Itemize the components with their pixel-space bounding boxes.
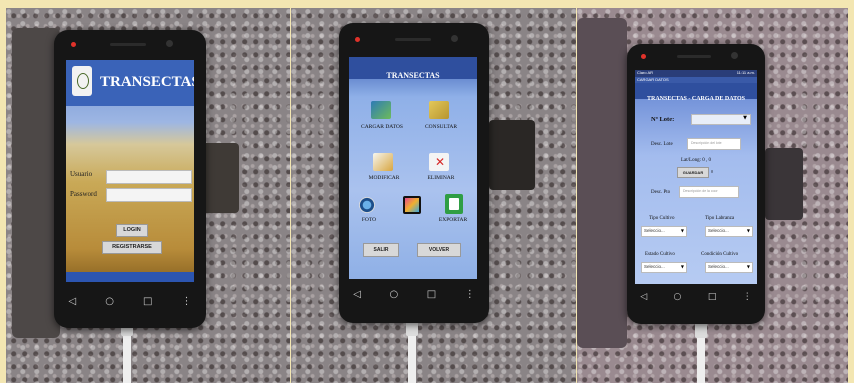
tipo-cultivo-label: Tipo Cultivo [649, 216, 675, 221]
more-icon[interactable]: ⋮ [181, 296, 191, 307]
desc-pto-label: Desc. Pto [651, 190, 671, 195]
case-strap [201, 143, 239, 213]
back-icon[interactable]: ◁ [640, 292, 647, 302]
cargar-datos-label[interactable]: CARGAR DATOS [353, 124, 411, 130]
recent-apps-icon[interactable]: □ [427, 289, 436, 300]
case-strap [765, 148, 803, 220]
modificar-icon[interactable] [373, 153, 393, 171]
dropdown-arrow-icon: ▼ [680, 228, 684, 233]
home-icon[interactable]: ○ [105, 296, 114, 307]
register-button[interactable]: REGISTRARSE [102, 241, 162, 254]
password-input[interactable] [106, 188, 192, 202]
navigation-bar: ◁ ○ □ ⋮ [54, 292, 206, 310]
latlong-text: Lat/Long: 0 , 0 [681, 158, 711, 163]
exportar-icon[interactable] [445, 194, 463, 214]
condicion-cultivo-label: Condición Cultivo [701, 252, 739, 257]
tipo-cultivo-select[interactable]: Seleccio... ▼ [641, 226, 687, 237]
condicion-cultivo-value: Seleccio... [708, 264, 729, 269]
password-label: Password [70, 190, 97, 198]
usuario-label: Usuario [70, 170, 93, 178]
cargar-datos-icon[interactable] [371, 101, 391, 119]
clock-text: 11:11 a.m. [736, 70, 755, 75]
salir-button[interactable]: SALIR [363, 243, 399, 257]
desc-pto-placeholder: Descripción de la coor [683, 189, 718, 193]
eliminar-icon[interactable]: ✕ [429, 153, 449, 171]
dropdown-arrow-icon: ▼ [746, 228, 750, 233]
login-button[interactable]: LOGIN [116, 224, 148, 237]
smartphone: TRANSECTAS CARGAR DATOS CONSULTAR MODIFI… [339, 23, 489, 323]
exportar-label[interactable]: EXPORTAR [429, 217, 477, 223]
guardar-button[interactable]: GUARDAR [677, 167, 709, 178]
recent-apps-icon[interactable]: □ [708, 292, 717, 302]
modificar-label[interactable]: MODIFICAR [355, 175, 413, 181]
eliminar-label[interactable]: ELIMINAR [413, 175, 469, 181]
photo-menu-screen: TRANSECTAS CARGAR DATOS CONSULTAR MODIFI… [291, 8, 576, 383]
foto-label[interactable]: FOTO [355, 217, 383, 223]
notification-led [641, 54, 646, 59]
desc-pto-input[interactable]: Descripción de la coor [679, 186, 739, 198]
home-icon[interactable]: ○ [389, 289, 398, 300]
tipo-labranza-label: Tipo Labranza [705, 216, 735, 221]
usuario-input[interactable] [106, 170, 192, 184]
desc-lote-placeholder: Descripción del lote [691, 141, 722, 145]
back-icon[interactable]: ◁ [353, 289, 361, 300]
earpiece-speaker [395, 38, 431, 41]
foto-icon[interactable] [359, 197, 375, 213]
lote-label: Nº Lote: [651, 116, 675, 123]
consultar-icon[interactable] [429, 101, 449, 119]
login-screen: TRANSECTAS Usuario Password LOGIN REGIST… [66, 60, 194, 282]
data-entry-screen: Claro AR 11:11 a.m. CARGAR DATOS TRANSEC… [635, 70, 757, 284]
dropdown-arrow-icon: ▼ [680, 264, 684, 269]
home-icon[interactable]: ○ [674, 292, 682, 302]
notification-led [71, 42, 76, 47]
smartphone: TRANSECTAS Usuario Password LOGIN REGIST… [54, 30, 206, 328]
app-logo-icon [72, 66, 92, 96]
status-bar: Claro AR 11:11 a.m. [635, 70, 757, 77]
menu-screen: TRANSECTAS CARGAR DATOS CONSULTAR MODIFI… [349, 57, 477, 279]
form-title: TRANSECTAS - CARGA DE DATOS [646, 96, 746, 102]
tipo-labranza-select[interactable]: Seleccio... ▼ [705, 226, 753, 237]
estado-cultivo-label: Estado Cultivo [645, 252, 675, 257]
smartphone: Claro AR 11:11 a.m. CARGAR DATOS TRANSEC… [627, 44, 765, 324]
desc-lote-input[interactable]: Descripción del lote [687, 138, 741, 150]
guardar-value: 0 [711, 169, 713, 174]
gallery-icon[interactable] [403, 196, 421, 214]
earpiece-speaker [677, 55, 711, 58]
consultar-label[interactable]: CONSULTAR [413, 124, 469, 130]
notification-led [355, 37, 360, 42]
front-camera [731, 52, 738, 59]
front-camera [451, 35, 458, 42]
more-icon[interactable]: ⋮ [743, 292, 752, 302]
tipo-labranza-value: Seleccio... [708, 228, 729, 233]
carrier-text: Claro AR [637, 70, 654, 75]
bottom-band [66, 272, 194, 282]
earpiece-speaker [110, 43, 146, 46]
estado-cultivo-select[interactable]: Seleccio... ▼ [641, 262, 687, 273]
phone-case-flap [12, 28, 60, 338]
navigation-bar: ◁ ○ □ ⋮ [339, 285, 489, 303]
dropdown-arrow-icon: ▼ [743, 115, 747, 121]
usb-plug [695, 322, 707, 338]
front-camera [166, 40, 173, 47]
menu-title: TRANSECTAS [386, 71, 440, 80]
estado-cultivo-value: Seleccio... [644, 264, 665, 269]
photo-data-entry-screen: Claro AR 11:11 a.m. CARGAR DATOS TRANSEC… [577, 8, 848, 383]
more-icon[interactable]: ⋮ [465, 289, 475, 300]
app-bar-title: CARGAR DATOS [637, 77, 669, 82]
navigation-bar: ◁ ○ □ ⋮ [627, 288, 765, 306]
recent-apps-icon[interactable]: □ [143, 296, 152, 307]
tipo-cultivo-value: Seleccio... [644, 228, 665, 233]
condicion-cultivo-select[interactable]: Seleccio... ▼ [705, 262, 753, 273]
case-strap [489, 120, 535, 190]
phone-case-flap [577, 18, 627, 348]
photo-login-screen: TRANSECTAS Usuario Password LOGIN REGIST… [6, 8, 290, 383]
desc-lote-label: Desc. Lote [651, 142, 673, 147]
dropdown-arrow-icon: ▼ [746, 264, 750, 269]
lote-select[interactable]: ▼ [691, 114, 751, 125]
app-title: TRANSECTAS [100, 74, 194, 90]
back-icon[interactable]: ◁ [69, 296, 77, 307]
volver-button[interactable]: VOLVER [417, 243, 461, 257]
